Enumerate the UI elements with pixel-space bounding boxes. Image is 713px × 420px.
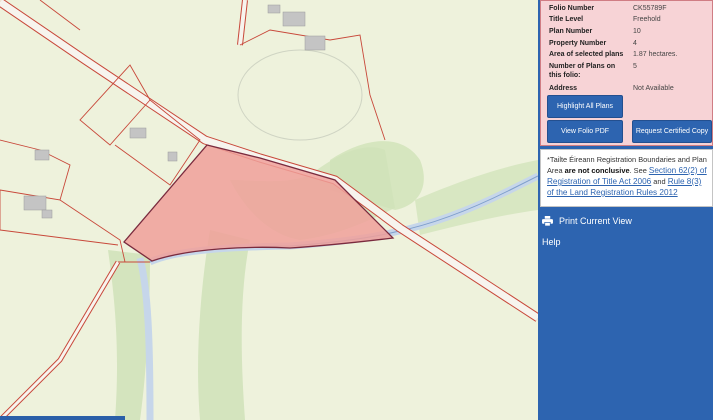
help-link[interactable]: Help <box>542 237 561 247</box>
address-label: Address <box>549 85 578 92</box>
map-bottom-strip <box>0 416 125 420</box>
area-label: Area of selected plans <box>549 51 624 58</box>
print-current-view-link[interactable]: Print Current View <box>542 216 632 226</box>
folio-number-label: Folio Number <box>549 5 595 12</box>
registration-disclaimer: *Tailte Éireann Registration Boundaries … <box>540 149 713 207</box>
side-panel: Folio Number CK55789F Title Level Freeho… <box>538 0 713 420</box>
area-value: 1.87 hectares. <box>633 51 678 58</box>
highlight-all-plans-button[interactable]: Highlight All Plans <box>547 95 623 118</box>
plans-count-label: Number of Plans on this folio: <box>549 63 616 79</box>
request-certified-copy-button[interactable]: Request Certified Copy <box>632 120 712 143</box>
plan-number-label: Plan Number <box>549 28 593 35</box>
disclaimer-line-4: of the Land Registration Rules 2012 <box>547 187 712 198</box>
rule-8-link[interactable]: Rule 8(3) <box>668 177 702 186</box>
address-value: Not Available <box>633 85 674 92</box>
title-level-value: Freehold <box>633 16 661 23</box>
plan-number-value: 10 <box>633 28 641 35</box>
folio-details-panel: Folio Number CK55789F Title Level Freeho… <box>540 0 713 146</box>
title-act-link[interactable]: Registration of Title Act 2006 <box>547 177 651 186</box>
disclaimer-line-1: *Tailte Éireann Registration Boundaries … <box>547 155 707 164</box>
help-label: Help <box>542 237 561 247</box>
disclaimer-line-3: Registration of Title Act 2006 and Rule … <box>547 177 702 186</box>
view-folio-pdf-button[interactable]: View Folio PDF <box>547 120 623 143</box>
property-number-value: 4 <box>633 40 637 47</box>
section-62-link[interactable]: Section 62(2) of <box>649 166 707 175</box>
title-level-label: Title Level <box>549 16 584 23</box>
print-current-view-label: Print Current View <box>559 216 632 226</box>
property-number-label: Property Number <box>549 40 607 47</box>
plans-count-value: 5 <box>633 63 637 70</box>
map-view[interactable] <box>0 0 538 420</box>
land-registration-rules-link[interactable]: of the Land Registration Rules 2012 <box>547 188 678 197</box>
print-icon <box>542 216 553 226</box>
disclaimer-line-2: Area are not conclusive. See Section 62(… <box>547 166 707 175</box>
folio-number-value: CK55789F <box>633 5 667 12</box>
